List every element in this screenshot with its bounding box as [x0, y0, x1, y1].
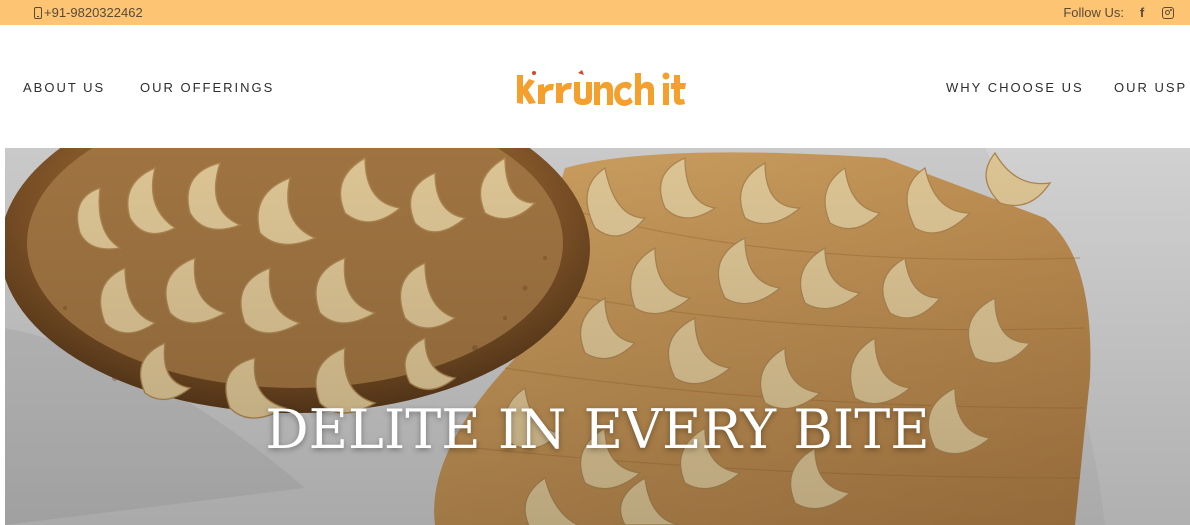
facebook-icon[interactable]: f [1134, 5, 1150, 21]
hero-banner: DELITE IN EVERY BITE [5, 148, 1190, 525]
top-bar: +91-9820322462 Follow Us: f [0, 0, 1190, 25]
phone-contact[interactable]: +91-9820322462 [34, 5, 143, 20]
follow-label: Follow Us: [1063, 5, 1124, 20]
nav-about-us[interactable]: ABOUT US [23, 80, 105, 95]
instagram-icon [1162, 6, 1174, 19]
logo-accent [532, 71, 536, 75]
instagram-link[interactable] [1160, 5, 1176, 21]
social-links: Follow Us: f [1063, 5, 1176, 21]
hero-title: DELITE IN EVERY BITE [265, 398, 930, 461]
krrunch-it-logo[interactable] [514, 65, 689, 110]
main-nav: ABOUT US OUR OFFERINGS WHY CHOOSE US OUR… [0, 25, 1190, 148]
phone-icon [34, 6, 42, 19]
cashew-hero-image [5, 148, 1190, 525]
nav-our-usp[interactable]: OUR USP [1114, 80, 1187, 95]
nav-our-offerings[interactable]: OUR OFFERINGS [140, 80, 274, 95]
nav-why-choose-us[interactable]: WHY CHOOSE US [946, 80, 1084, 95]
phone-number[interactable]: +91-9820322462 [44, 5, 143, 20]
